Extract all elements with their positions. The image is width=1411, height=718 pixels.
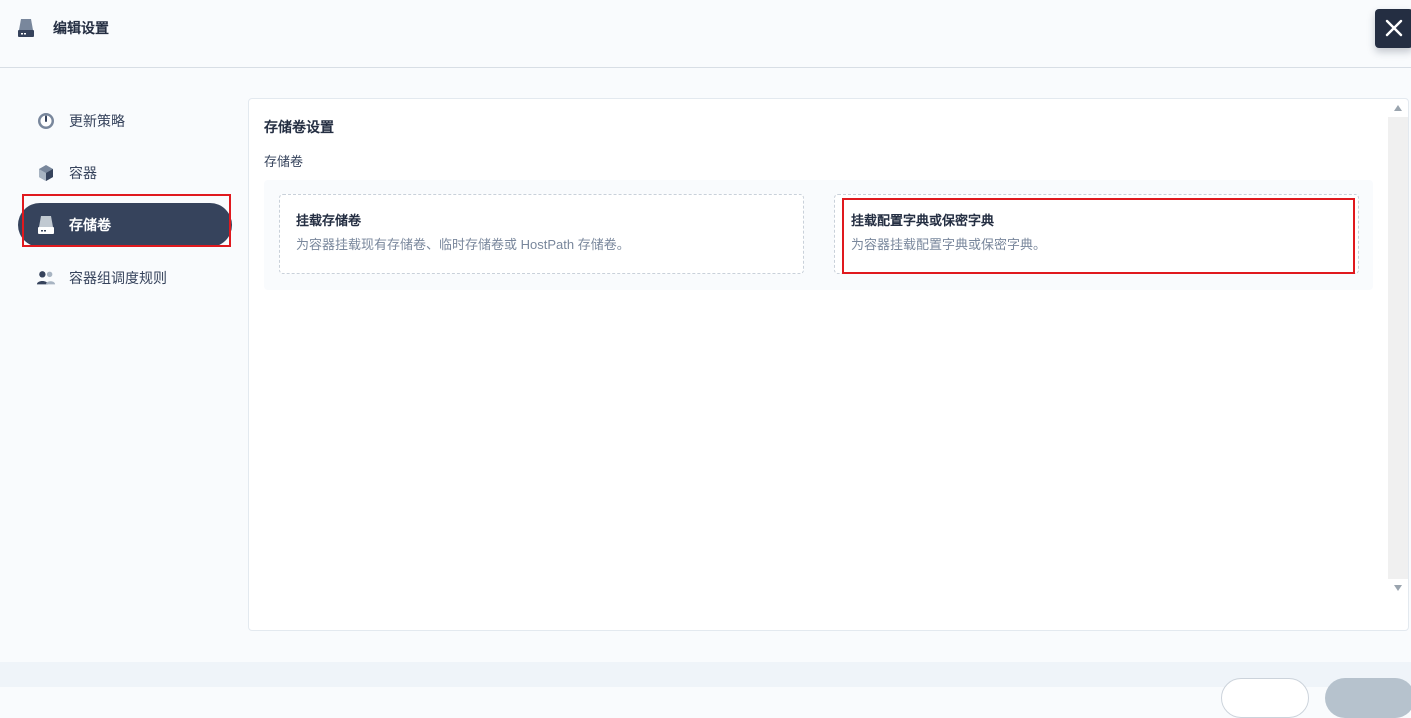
storage-settings-panel: 存储卷设置 存储卷 挂载存储卷 为容器挂载现有存储卷、临时存储卷或 HostPa… [248, 98, 1409, 631]
dialog-header: 编辑设置 [0, 0, 1411, 68]
section-label: 存储卷 [264, 154, 304, 169]
option-description: 为容器挂载现有存储卷、临时存储卷或 HostPath 存储卷。 [296, 237, 630, 252]
close-icon [1385, 19, 1403, 37]
storage-volume-icon [36, 215, 56, 235]
sidebar-item-label: 容器 [69, 165, 97, 181]
scrollbar-track[interactable] [1388, 117, 1408, 579]
update-strategy-icon [36, 111, 56, 131]
pod-scheduling-icon [36, 268, 56, 288]
option-title: 挂载配置字典或保密字典 [851, 213, 995, 228]
volume-options-container: 挂载存储卷 为容器挂载现有存储卷、临时存储卷或 HostPath 存储卷。 挂载… [264, 180, 1373, 290]
triangle-up-icon [1394, 105, 1402, 111]
sidebar-item-container[interactable]: 容器 [18, 151, 232, 195]
option-title: 挂载存储卷 [296, 213, 362, 228]
sidebar-item-pod-scheduling[interactable]: 容器组调度规则 [18, 256, 232, 300]
panel-scrollbar[interactable] [1388, 99, 1408, 598]
mount-configmap-secret-option[interactable]: 挂载配置字典或保密字典 为容器挂载配置字典或保密字典。 [834, 194, 1359, 274]
panel-title: 存储卷设置 [264, 119, 334, 135]
confirm-button[interactable] [1325, 678, 1411, 718]
sidebar-item-label: 更新策略 [69, 113, 125, 129]
scroll-up-button[interactable] [1388, 99, 1408, 117]
dialog-title: 编辑设置 [53, 20, 109, 36]
sidebar-item-label: 存储卷 [69, 217, 111, 233]
cancel-button[interactable] [1221, 678, 1309, 718]
container-icon [36, 163, 56, 183]
dialog-footer [0, 662, 1411, 718]
sidebar-item-label: 容器组调度规则 [69, 270, 167, 286]
triangle-down-icon [1394, 585, 1402, 591]
sidebar-item-storage-volume[interactable]: 存储卷 [18, 203, 232, 247]
scroll-down-button[interactable] [1388, 579, 1408, 597]
close-button[interactable] [1375, 9, 1411, 48]
mount-volume-option[interactable]: 挂载存储卷 为容器挂载现有存储卷、临时存储卷或 HostPath 存储卷。 [279, 194, 804, 274]
sidebar-item-update-strategy[interactable]: 更新策略 [18, 99, 232, 143]
storage-icon [18, 19, 34, 37]
option-description: 为容器挂载配置字典或保密字典。 [851, 237, 1047, 252]
